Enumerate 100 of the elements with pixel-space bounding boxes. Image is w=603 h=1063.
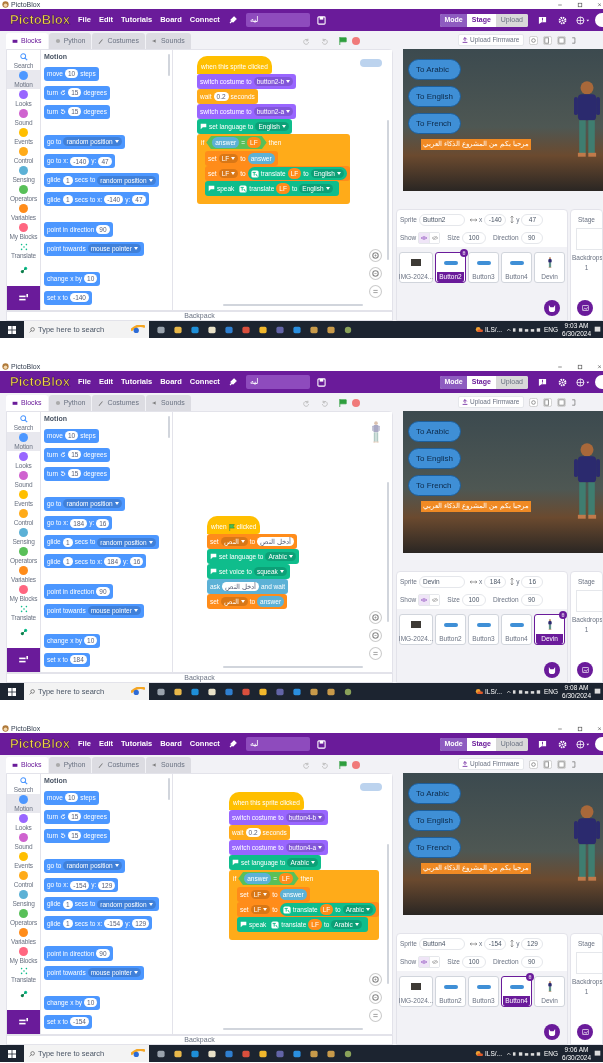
large-stage-icon[interactable] (556, 759, 566, 769)
globe-icon[interactable] (576, 377, 590, 387)
stage-button[interactable]: To French (408, 837, 461, 858)
plug-icon[interactable] (227, 15, 238, 25)
feedback-icon[interactable] (538, 739, 547, 749)
feedback-icon[interactable] (538, 377, 547, 387)
system-tray-icons[interactable] (507, 1050, 541, 1057)
show-toggle[interactable] (419, 957, 430, 967)
flag-icon[interactable] (339, 37, 347, 45)
large-stage-icon[interactable] (556, 397, 566, 407)
save-icon[interactable] (316, 739, 326, 749)
scrollbar[interactable] (223, 304, 363, 306)
system-tray-icons[interactable] (507, 326, 541, 333)
stage-button[interactable]: To French (408, 475, 461, 496)
settings-icon[interactable] (558, 15, 567, 25)
add-sprite-button[interactable] (544, 1024, 560, 1040)
zoom-reset-icon[interactable] (369, 1009, 382, 1022)
maximize-icon[interactable] (577, 725, 583, 732)
upload-icon (462, 37, 468, 43)
caret-icon (318, 846, 323, 849)
stage-button[interactable]: To English (408, 448, 461, 469)
delete-button[interactable] (559, 611, 567, 619)
scrollbar[interactable] (387, 120, 389, 260)
scrollbar[interactable] (387, 482, 389, 622)
add-sprite-button[interactable] (544, 300, 560, 316)
small-stage-icon[interactable] (542, 397, 552, 407)
large-stage-icon[interactable] (556, 35, 566, 45)
system-tray-icons[interactable] (507, 688, 541, 695)
show-toggle[interactable] (419, 595, 430, 605)
stop-icon[interactable] (352, 399, 360, 407)
backdrop-thumbnail[interactable] (575, 589, 602, 612)
project-name-field[interactable]: ليه (245, 13, 310, 27)
camera-icon[interactable] (528, 759, 538, 769)
zoom-out-icon[interactable] (369, 991, 382, 1004)
scrollbar[interactable] (168, 778, 170, 800)
stage-button[interactable]: To Arabic (408, 421, 461, 442)
save-icon[interactable] (316, 15, 326, 25)
add-extension-button[interactable] (7, 286, 40, 310)
scrollbar[interactable] (223, 1028, 363, 1030)
zoom-in-icon[interactable] (369, 611, 382, 624)
project-name-field[interactable]: ليه (245, 737, 310, 751)
scrollbar[interactable] (223, 666, 363, 668)
zoom-in-icon[interactable] (369, 249, 382, 262)
backdrop-thumbnail[interactable] (575, 227, 602, 250)
globe-icon[interactable] (576, 739, 590, 749)
add-backdrop-button[interactable] (577, 1024, 593, 1040)
camera-icon[interactable] (528, 397, 538, 407)
scrollbar[interactable] (168, 54, 170, 76)
close-icon[interactable] (597, 725, 601, 732)
zoom-reset-icon[interactable] (369, 285, 382, 298)
notification-icon[interactable] (594, 326, 601, 333)
flag-icon[interactable] (339, 399, 347, 407)
hide-toggle[interactable] (429, 233, 440, 243)
caret-icon (286, 80, 291, 83)
zoom-out-icon[interactable] (369, 629, 382, 642)
maximize-icon[interactable] (577, 363, 583, 370)
backdrop-thumbnail[interactable] (575, 951, 602, 974)
zoom-out-icon[interactable] (369, 267, 382, 280)
settings-icon[interactable] (558, 377, 567, 387)
search-icon (29, 326, 35, 333)
camera-icon[interactable] (528, 35, 538, 45)
stage-button[interactable]: To Arabic (408, 59, 461, 80)
add-backdrop-button[interactable] (577, 662, 593, 678)
stage-button[interactable]: To English (408, 810, 461, 831)
stop-icon[interactable] (352, 761, 360, 769)
flag-icon[interactable] (339, 761, 347, 769)
plug-icon[interactable] (227, 377, 238, 387)
add-backdrop-button[interactable] (577, 300, 593, 316)
notification-icon[interactable] (594, 688, 601, 695)
save-icon[interactable] (316, 377, 326, 387)
close-icon[interactable] (597, 1, 601, 8)
feedback-icon[interactable] (538, 15, 547, 25)
scrollbar[interactable] (168, 416, 170, 438)
add-extension-button[interactable] (7, 648, 40, 672)
delete-button[interactable] (526, 973, 534, 981)
windows-start-icon[interactable] (8, 687, 16, 696)
plug-icon[interactable] (227, 739, 238, 749)
stage-button[interactable]: To French (408, 113, 461, 134)
add-sprite-button[interactable] (544, 662, 560, 678)
delete-button[interactable] (460, 249, 468, 257)
stage-button[interactable]: To Arabic (408, 783, 461, 804)
stop-icon[interactable] (352, 37, 360, 45)
globe-icon[interactable] (576, 15, 590, 25)
zoom-reset-icon[interactable] (369, 647, 382, 660)
add-extension-button[interactable] (7, 1010, 40, 1034)
hide-toggle[interactable] (429, 957, 440, 967)
scrollbar[interactable] (387, 844, 389, 984)
settings-icon[interactable] (558, 739, 567, 749)
hide-toggle[interactable] (429, 595, 440, 605)
notification-icon[interactable] (594, 1050, 601, 1057)
windows-start-icon[interactable] (8, 1049, 16, 1058)
close-icon[interactable] (597, 363, 601, 370)
small-stage-icon[interactable] (542, 759, 552, 769)
show-toggle[interactable] (419, 233, 430, 243)
small-stage-icon[interactable] (542, 35, 552, 45)
maximize-icon[interactable] (577, 1, 583, 8)
windows-start-icon[interactable] (8, 325, 16, 334)
zoom-in-icon[interactable] (369, 973, 382, 986)
stage-button[interactable]: To English (408, 86, 461, 107)
project-name-field[interactable]: ليه (245, 375, 310, 389)
